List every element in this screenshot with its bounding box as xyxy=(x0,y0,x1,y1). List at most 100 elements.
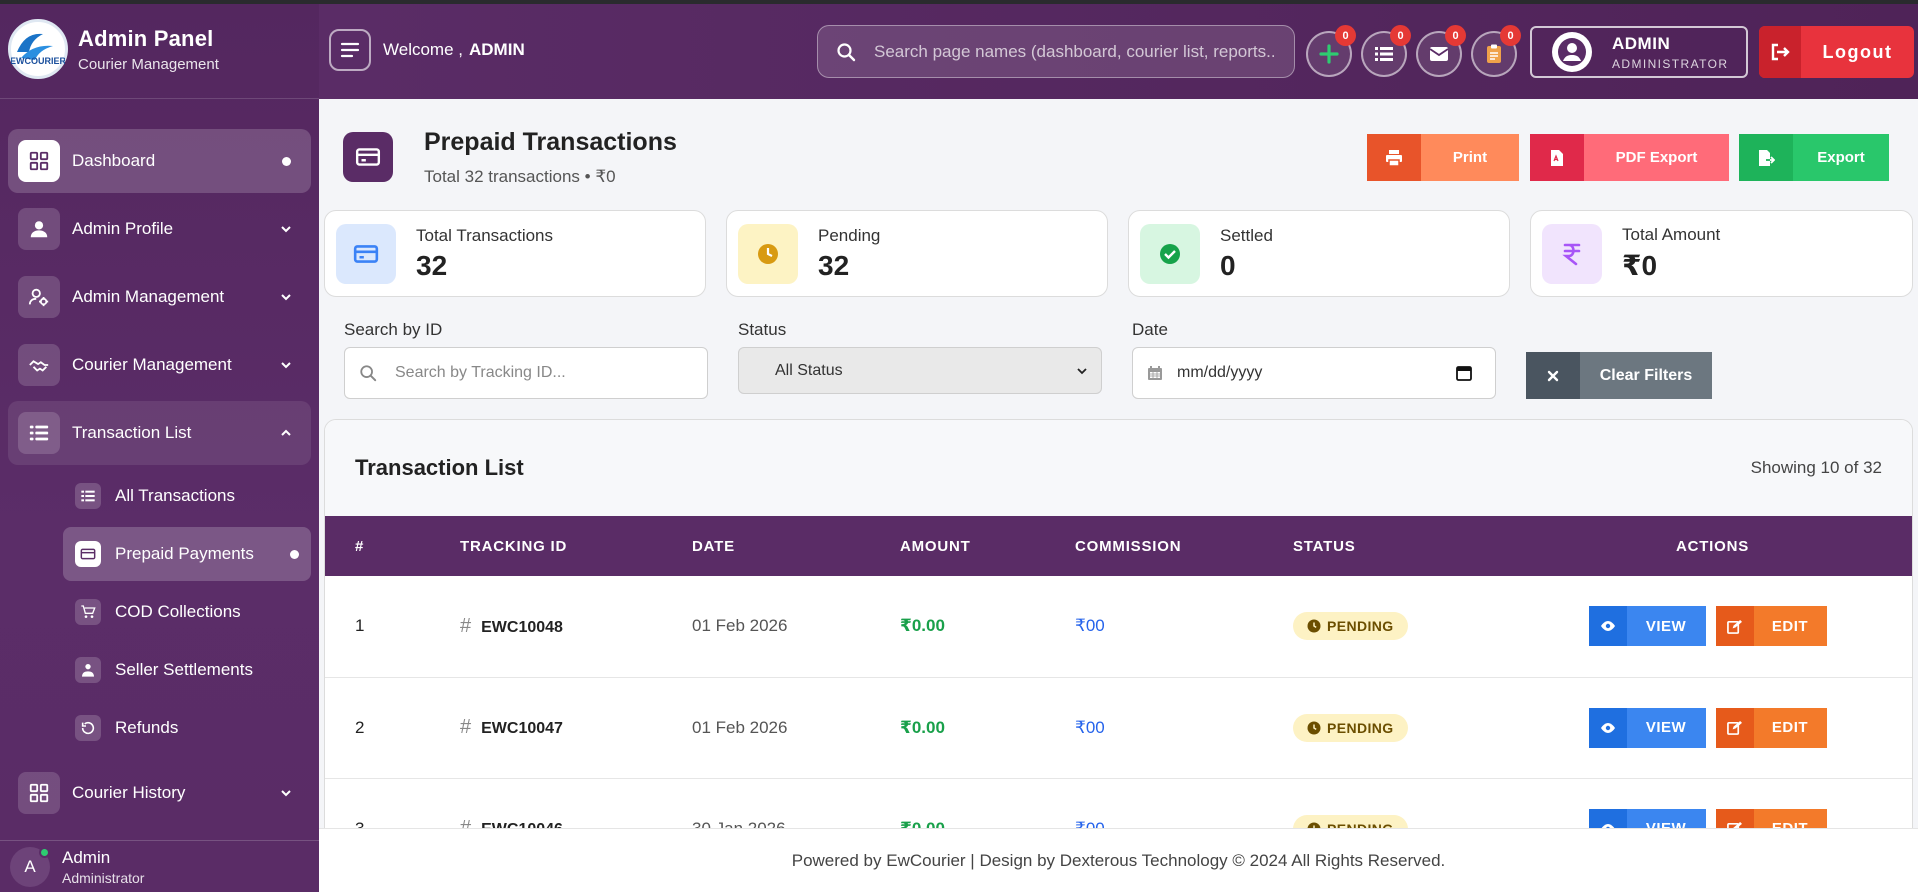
user-role: ADMINISTRATOR xyxy=(1612,56,1729,71)
menu-toggle-button[interactable] xyxy=(329,28,371,71)
credit-card-icon xyxy=(336,223,396,284)
avatar-initial: A xyxy=(24,856,36,876)
card-icon xyxy=(343,132,393,182)
edit-icon xyxy=(1715,707,1754,748)
logout-icon xyxy=(1759,26,1801,78)
stat-label: Pending xyxy=(818,225,881,245)
transaction-list-title: Transaction List xyxy=(355,455,524,480)
sidebar-item-dashboard[interactable]: Dashboard xyxy=(8,129,311,193)
status-select[interactable]: All Status xyxy=(738,347,1102,394)
sidebar-item-label: Courier History xyxy=(72,783,186,802)
search-id-label: Search by ID xyxy=(344,320,443,339)
stat-label: Settled xyxy=(1220,225,1273,245)
transaction-list-card: Transaction List Showing 10 of 32 # TRAC… xyxy=(324,419,1913,892)
col-actions: ACTIONS xyxy=(1513,516,1912,576)
sidebar-item-admin-profile[interactable]: Admin Profile xyxy=(8,197,311,261)
sidebar-subitem-label: All Transactions xyxy=(115,486,235,505)
export-button[interactable]: Export xyxy=(1739,134,1889,181)
transaction-submenu: All Transactions Prepaid Payments COD Co… xyxy=(0,469,319,755)
active-dot xyxy=(282,156,291,166)
handshake-icon xyxy=(18,344,60,386)
stat-total-transactions: Total Transactions 32 xyxy=(324,210,706,297)
view-button[interactable]: VIEW xyxy=(1588,606,1706,647)
grid-icon xyxy=(18,772,60,814)
col-commission: COMMISSION xyxy=(1075,516,1293,576)
messages-button[interactable]: 0 xyxy=(1416,25,1466,77)
col-tracking-id: TRACKING ID xyxy=(460,516,692,576)
col-status: STATUS xyxy=(1293,516,1513,576)
add-button[interactable]: 0 xyxy=(1306,25,1356,77)
clipboard-button[interactable]: 0 xyxy=(1471,25,1521,77)
row-amount: ₹0.00 xyxy=(900,677,1075,779)
stat-pending: Pending 32 xyxy=(726,210,1108,297)
welcome-text: Welcome , ADMIN xyxy=(383,40,525,60)
sidebar-subitem-all-transactions[interactable]: All Transactions xyxy=(63,469,311,523)
brand: EWCOURIER Admin Panel Courier Management xyxy=(0,0,319,99)
pdf-export-button[interactable]: PDF Export xyxy=(1530,134,1729,181)
sidebar-subitem-prepaid-payments[interactable]: Prepaid Payments xyxy=(63,527,311,581)
sidebar-item-label: Courier Management xyxy=(72,355,232,374)
top-header: Welcome , ADMIN 0 0 0 0 ADMIN ADMINISTRAT… xyxy=(0,0,1918,99)
user-avatar-icon xyxy=(1552,32,1592,72)
tracking-id: EWC10047 xyxy=(481,720,563,737)
page-subtitle: Total 32 transactions • ₹0 xyxy=(424,167,616,186)
notification-badge: 0 xyxy=(1335,25,1356,46)
sidebar-subitem-label: Seller Settlements xyxy=(115,660,253,679)
notification-badge: 0 xyxy=(1390,25,1411,46)
clipboard-icon xyxy=(1487,44,1501,63)
sidebar-item-courier-management[interactable]: Courier Management xyxy=(8,333,311,397)
main-content: Prepaid Transactions Total 32 transactio… xyxy=(319,99,1918,892)
sidebar-subitem-seller-settlements[interactable]: Seller Settlements xyxy=(63,643,311,697)
table-header-row: # TRACKING ID DATE AMOUNT COMMISSION STA… xyxy=(325,516,1912,576)
eye-icon xyxy=(1588,707,1627,748)
user-menu[interactable]: ADMIN ADMINISTRATOR xyxy=(1530,26,1748,78)
edit-label: EDIT xyxy=(1753,707,1827,748)
chevron-down-icon xyxy=(281,294,291,301)
edit-button[interactable]: EDIT xyxy=(1715,606,1827,647)
view-label: VIEW xyxy=(1626,606,1706,647)
edit-button[interactable]: EDIT xyxy=(1715,707,1827,748)
page-title: Prepaid Transactions xyxy=(424,128,677,156)
user-gear-icon xyxy=(18,276,60,318)
row-date: 01 Feb 2026 xyxy=(692,677,900,779)
search-icon xyxy=(837,42,856,61)
showing-count: Showing 10 of 32 xyxy=(1750,458,1882,477)
view-label: VIEW xyxy=(1626,707,1706,748)
transactions-table: # TRACKING ID DATE AMOUNT COMMISSION STA… xyxy=(325,516,1912,880)
sidebar-user-name: Admin xyxy=(62,847,111,867)
sidebar-item-courier-history[interactable]: Courier History xyxy=(8,761,311,825)
print-button[interactable]: Print xyxy=(1367,134,1519,181)
sidebar-user[interactable]: A Admin Administrator xyxy=(0,840,319,892)
stat-label: Total Amount xyxy=(1622,225,1721,244)
sidebar-item-admin-management[interactable]: Admin Management xyxy=(8,265,311,329)
calendar-picker-icon[interactable] xyxy=(1455,364,1473,382)
sidebar-item-transaction-list[interactable]: Transaction List xyxy=(8,401,311,465)
tracking-id: EWC10048 xyxy=(481,618,563,636)
clear-filters-label: Clear Filters xyxy=(1580,352,1712,399)
global-search-input[interactable] xyxy=(874,41,1274,62)
logout-button[interactable]: Logout xyxy=(1759,26,1914,78)
status-badge: PENDING xyxy=(1293,612,1408,641)
hamburger-icon xyxy=(340,42,360,57)
row-commission: ₹00 xyxy=(1075,576,1293,678)
check-circle-icon xyxy=(1140,223,1200,284)
edit-label: EDIT xyxy=(1753,606,1827,647)
sidebar-subitem-refunds[interactable]: Refunds xyxy=(63,701,311,755)
brand-subtitle: Courier Management xyxy=(78,55,219,73)
notification-badge: 0 xyxy=(1445,25,1466,46)
logout-label: Logout xyxy=(1822,41,1893,62)
welcome-label: Welcome , xyxy=(383,39,463,59)
calendar-icon xyxy=(1148,366,1162,380)
table-row: 1 # EWC10048 01 Feb 2026 ₹0.00 ₹00 PENDIN… xyxy=(325,576,1912,678)
date-field[interactable]: mm/dd/yyyy xyxy=(1132,347,1496,399)
view-button[interactable]: VIEW xyxy=(1588,707,1706,748)
row-date: 01 Feb 2026 xyxy=(692,576,900,678)
sidebar-subitem-cod-collections[interactable]: COD Collections xyxy=(63,585,311,639)
clear-filters-button[interactable]: Clear Filters xyxy=(1526,352,1712,399)
stat-total-amount: Total Amount ₹0 xyxy=(1530,210,1913,297)
eye-icon xyxy=(1588,606,1627,647)
search-id-field[interactable]: Search by Tracking ID... xyxy=(344,347,708,399)
export-label: Export xyxy=(1793,134,1889,181)
col-amount: AMOUNT xyxy=(900,516,1075,576)
list-button[interactable]: 0 xyxy=(1361,25,1411,77)
